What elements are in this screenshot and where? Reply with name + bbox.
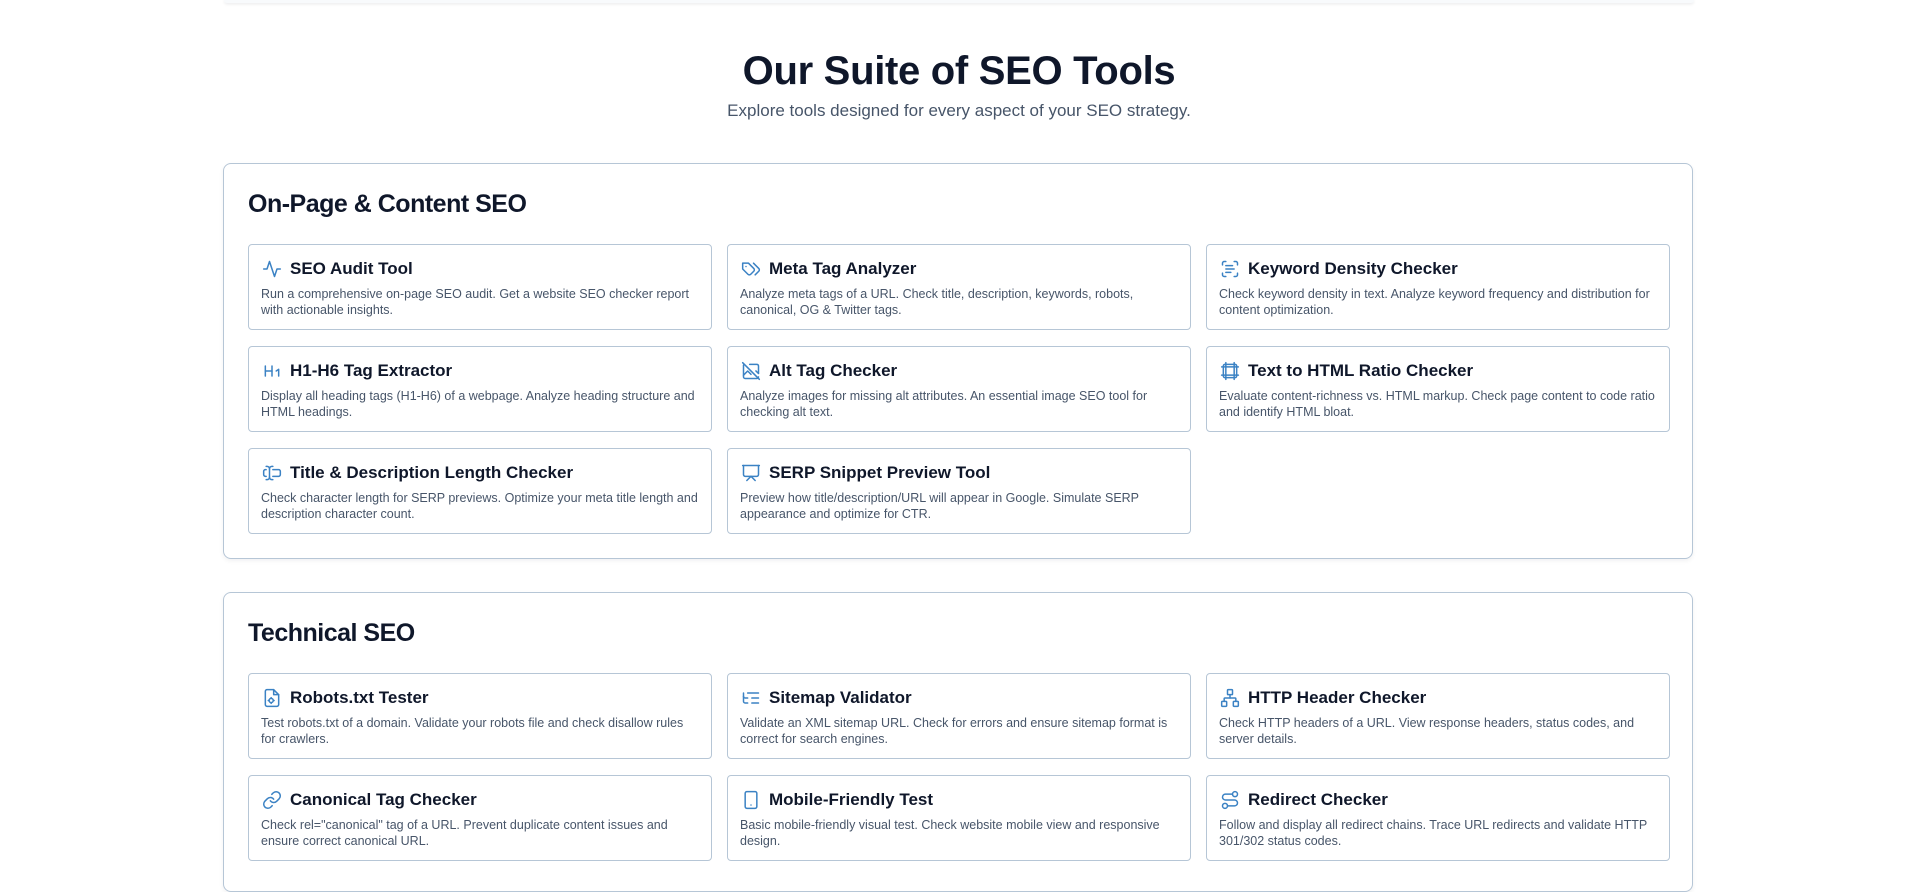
tool-name: Text to HTML Ratio Checker [1248, 361, 1474, 380]
tool-description: Check rel="canonical" tag of a URL. Prev… [261, 818, 668, 848]
tool-name: Meta Tag Analyzer [769, 259, 917, 278]
presentation-icon [740, 462, 762, 484]
link-icon [261, 789, 283, 811]
tool-name: Canonical Tag Checker [290, 790, 477, 809]
tool-name: Redirect Checker [1248, 790, 1388, 809]
tool-name: SEO Audit Tool [290, 259, 413, 278]
tool-description: Test robots.txt of a domain. Validate yo… [261, 716, 684, 746]
tool-description: Check character length for SERP previews… [261, 491, 698, 521]
tool-name: Mobile-Friendly Test [769, 790, 934, 809]
tool-name: Title & Description Length Checker [290, 463, 574, 482]
tool-name: Alt Tag Checker [769, 361, 898, 380]
smartphone-icon [740, 789, 762, 811]
page-subtitle: Explore tools designed for every aspect … [727, 101, 1191, 120]
top-header-strip [224, 0, 1694, 3]
section-on-page-content-seo: On-Page & Content SEO SEO Audit Tool Run… [223, 163, 1693, 559]
tool-description: Check keyword density in text. Analyze k… [1219, 287, 1650, 317]
tool-card-http-header-checker[interactable]: HTTP Header Checker Check HTTP headers o… [1206, 673, 1670, 759]
tool-card-title-description-length-checker[interactable]: Title & Description Length Checker Check… [248, 448, 712, 534]
list-tree-icon [740, 687, 762, 709]
page-title: Our Suite of SEO Tools [742, 49, 1176, 93]
tool-description: Evaluate content-richness vs. HTML marku… [1219, 389, 1655, 419]
tool-description: Follow and display all redirect chains. … [1219, 818, 1647, 848]
tool-description: Analyze meta tags of a URL. Check title,… [740, 287, 1134, 317]
tool-card-seo-audit-tool[interactable]: SEO Audit Tool Run a comprehensive on-pa… [248, 244, 712, 330]
text-cursor-input-icon [261, 462, 283, 484]
tool-description: Basic mobile-friendly visual test. Check… [740, 818, 1160, 848]
network-icon [1219, 687, 1241, 709]
tool-name: SERP Snippet Preview Tool [769, 463, 991, 482]
tool-card-h1-h6-tag-extractor[interactable]: H1-H6 Tag Extractor Display all heading … [248, 346, 712, 432]
tool-description: Validate an XML sitemap URL. Check for e… [740, 716, 1168, 746]
tool-description: Analyze images for missing alt attribute… [740, 389, 1148, 419]
section-title: Technical SEO [248, 619, 415, 647]
tool-description: Run a comprehensive on-page SEO audit. G… [261, 287, 690, 317]
tool-name: HTTP Header Checker [1248, 688, 1427, 707]
tags-icon [740, 258, 762, 280]
tool-name: H1-H6 Tag Extractor [290, 361, 453, 380]
scan-text-icon [1219, 258, 1241, 280]
tool-card-keyword-density-checker[interactable]: Keyword Density Checker Check keyword de… [1206, 244, 1670, 330]
tool-card-alt-tag-checker[interactable]: Alt Tag Checker Analyze images for missi… [727, 346, 1191, 432]
tool-card-robots-txt-tester[interactable]: Robots.txt Tester Test robots.txt of a d… [248, 673, 712, 759]
activity-icon [261, 258, 283, 280]
tool-card-redirect-checker[interactable]: Redirect Checker Follow and display all … [1206, 775, 1670, 861]
tool-card-canonical-tag-checker[interactable]: Canonical Tag Checker Check rel="canonic… [248, 775, 712, 861]
heading-1-icon [261, 360, 283, 382]
tool-card-meta-tag-analyzer[interactable]: Meta Tag Analyzer Analyze meta tags of a… [727, 244, 1191, 330]
tool-name: Keyword Density Checker [1248, 259, 1458, 278]
route-icon [1219, 789, 1241, 811]
tool-card-text-to-html-ratio-checker[interactable]: Text to HTML Ratio Checker Evaluate cont… [1206, 346, 1670, 432]
section-technical-seo: Technical SEO Robots.txt Tester Test rob… [223, 592, 1693, 892]
tool-description: Check HTTP headers of a URL. View respon… [1219, 716, 1635, 746]
tool-description: Preview how title/description/URL will a… [740, 491, 1139, 521]
section-title: On-Page & Content SEO [248, 190, 527, 218]
tool-card-mobile-friendly-test[interactable]: Mobile-Friendly Test Basic mobile-friend… [727, 775, 1191, 861]
tool-card-sitemap-validator[interactable]: Sitemap Validator Validate an XML sitema… [727, 673, 1191, 759]
tool-name: Robots.txt Tester [290, 688, 429, 707]
tool-name: Sitemap Validator [769, 688, 912, 707]
image-off-icon [740, 360, 762, 382]
tool-card-serp-snippet-preview-tool[interactable]: SERP Snippet Preview Tool Preview how ti… [727, 448, 1191, 534]
file-cog-icon [261, 687, 283, 709]
tool-description: Display all heading tags (H1-H6) of a we… [261, 389, 695, 419]
frame-icon [1219, 360, 1241, 382]
